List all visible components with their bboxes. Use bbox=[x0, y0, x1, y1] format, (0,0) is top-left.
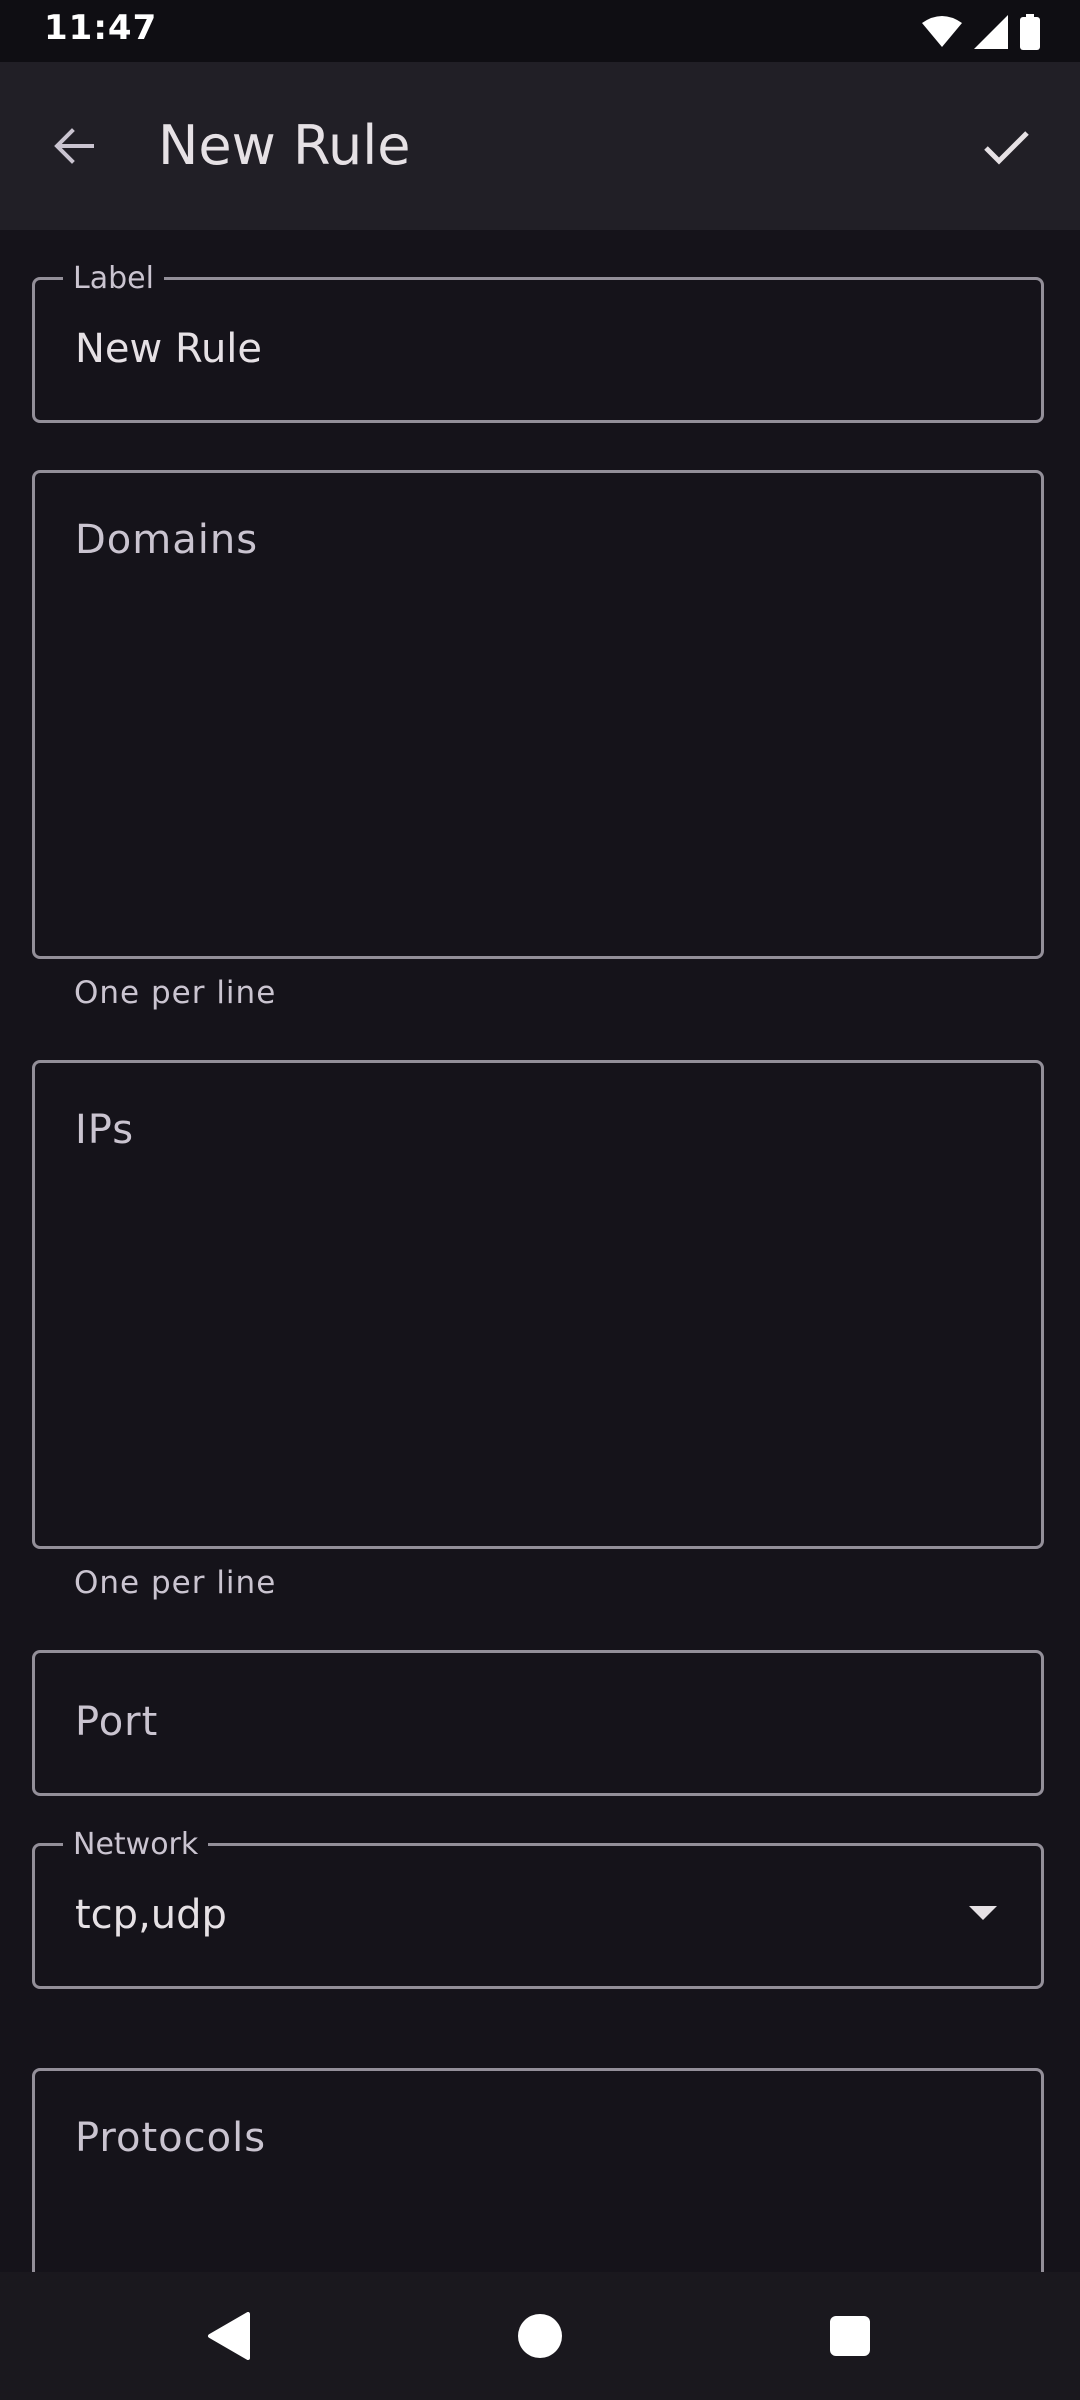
nav-recents-icon bbox=[830, 2316, 870, 2356]
ips-supporting-text: One per line bbox=[74, 1565, 277, 1601]
port-field[interactable]: Port bbox=[32, 1650, 1044, 1796]
ips-placeholder: IPs bbox=[75, 1107, 135, 1153]
status-icons bbox=[922, 10, 1040, 54]
nav-home-button[interactable] bbox=[502, 2298, 578, 2374]
page-title: New Rule bbox=[158, 114, 411, 177]
port-placeholder: Port bbox=[75, 1699, 159, 1745]
check-icon bbox=[984, 131, 1029, 165]
battery-icon bbox=[1020, 14, 1040, 50]
nav-back-button[interactable] bbox=[190, 2298, 266, 2374]
top-app-bar: New Rule bbox=[0, 62, 1080, 230]
domains-placeholder: Domains bbox=[75, 517, 259, 563]
system-nav-bar bbox=[0, 2272, 1080, 2400]
label-field-label: Label bbox=[63, 262, 164, 296]
protocols-placeholder: Protocols bbox=[75, 2115, 267, 2161]
wifi-icon bbox=[922, 16, 962, 47]
signal-icon bbox=[974, 15, 1008, 49]
nav-back-icon bbox=[208, 2312, 250, 2360]
label-field-value: New Rule bbox=[75, 326, 263, 372]
back-button[interactable] bbox=[30, 102, 118, 190]
network-label: Network bbox=[63, 1828, 209, 1862]
label-field[interactable]: Label New Rule bbox=[32, 262, 1044, 423]
network-value: tcp,udp bbox=[75, 1892, 227, 1938]
status-time: 11:47 bbox=[44, 8, 158, 48]
ips-field[interactable]: IPs bbox=[32, 1060, 1044, 1549]
nav-recents-button[interactable] bbox=[812, 2298, 888, 2374]
status-bar: 11:47 bbox=[0, 0, 1080, 62]
save-button[interactable] bbox=[962, 102, 1050, 190]
dropdown-arrow-icon bbox=[969, 1906, 997, 1920]
domains-field[interactable]: Domains bbox=[32, 470, 1044, 959]
network-dropdown[interactable]: Network tcp,udp bbox=[32, 1828, 1044, 1989]
back-arrow-icon bbox=[54, 128, 94, 164]
domains-supporting-text: One per line bbox=[74, 975, 277, 1011]
nav-home-icon bbox=[518, 2314, 562, 2358]
